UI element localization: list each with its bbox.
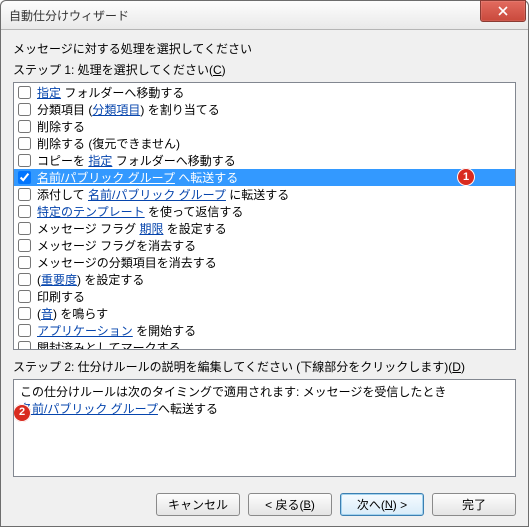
action-checkbox[interactable] (18, 222, 31, 235)
action-checkbox[interactable] (18, 239, 31, 252)
action-label: 分類項目 (分類項目) を割り当てる (37, 101, 220, 118)
action-row[interactable]: コピーを 指定 フォルダーへ移動する (14, 152, 515, 169)
close-icon (498, 6, 508, 16)
back-button[interactable]: < 戻る(B) (248, 493, 332, 516)
rule-description: この仕分けルールは次のタイミングで適用されます: メッセージを受信したとき 名前… (13, 379, 516, 477)
action-label: 名前/パブリック グループ へ転送する (37, 169, 238, 186)
action-link[interactable]: 重要度 (41, 273, 77, 287)
action-row[interactable]: 特定のテンプレート を使って返信する (14, 203, 515, 220)
action-row[interactable]: 分類項目 (分類項目) を割り当てる (14, 101, 515, 118)
wizard-window: 自動仕分けウィザード メッセージに対する処理を選択してください ステップ 1: … (0, 0, 529, 527)
close-button[interactable] (480, 0, 526, 22)
action-checkbox[interactable] (18, 256, 31, 269)
action-checkbox[interactable] (18, 273, 31, 286)
action-label: 削除する (復元できません) (37, 135, 180, 152)
action-checkbox[interactable] (18, 188, 31, 201)
action-row[interactable]: メッセージ フラグを消去する (14, 237, 515, 254)
cancel-button[interactable]: キャンセル (156, 493, 240, 516)
action-checkbox[interactable] (18, 324, 31, 337)
action-link[interactable]: 分類項目 (92, 103, 140, 117)
action-row[interactable]: 削除する (14, 118, 515, 135)
action-label: 開封済みとしてマークする (37, 339, 181, 350)
action-link[interactable]: 指定 (88, 154, 112, 168)
action-row[interactable]: メッセージの分類項目を消去する (14, 254, 515, 271)
action-row[interactable]: 印刷する (14, 288, 515, 305)
annotation-1: 1 (457, 168, 475, 186)
finish-button[interactable]: 完了 (432, 493, 516, 516)
action-row[interactable]: 添付して 名前/パブリック グループ に転送する (14, 186, 515, 203)
action-checkbox[interactable] (18, 171, 31, 184)
rule-recipient-link[interactable]: 名前/パブリック グループ (20, 402, 158, 416)
action-label: メッセージの分類項目を消去する (37, 254, 217, 271)
window-title: 自動仕分けウィザード (9, 7, 480, 24)
action-label: アプリケーション を開始する (37, 322, 196, 339)
action-link[interactable]: 特定のテンプレート (37, 205, 145, 219)
action-row[interactable]: 名前/パブリック グループ へ転送する 1 (14, 169, 515, 186)
action-checkbox[interactable] (18, 290, 31, 303)
action-label: 添付して 名前/パブリック グループ に転送する (37, 186, 289, 203)
action-checkbox[interactable] (18, 120, 31, 133)
action-link[interactable]: 名前/パブリック グループ (37, 171, 175, 185)
step2-heading: ステップ 2: 仕分けルールの説明を編集してください (下線部分をクリックします… (13, 358, 516, 375)
action-row[interactable]: 指定 フォルダーへ移動する (14, 84, 515, 101)
rule-description-line1: この仕分けルールは次のタイミングで適用されます: メッセージを受信したとき (20, 384, 509, 401)
action-list[interactable]: 指定 フォルダーへ移動する分類項目 (分類項目) を割り当てる削除する削除する … (13, 82, 516, 350)
step1-instruction: メッセージに対する処理を選択してください (13, 40, 516, 57)
action-checkbox[interactable] (18, 307, 31, 320)
button-bar: キャンセル < 戻る(B) 次へ(N) > 完了 (1, 485, 528, 526)
action-label: (重要度) を設定する (37, 271, 144, 288)
action-checkbox[interactable] (18, 103, 31, 116)
annotation-2: 2 (13, 404, 31, 422)
step1-heading: ステップ 1: 処理を選択してください(C) (13, 61, 516, 78)
action-link[interactable]: 指定 (37, 86, 61, 100)
action-checkbox[interactable] (18, 137, 31, 150)
action-label: コピーを 指定 フォルダーへ移動する (37, 152, 236, 169)
action-row[interactable]: (音) を鳴らす (14, 305, 515, 322)
action-row[interactable]: 削除する (復元できません) (14, 135, 515, 152)
action-row[interactable]: メッセージ フラグ 期限 を設定する (14, 220, 515, 237)
action-label: メッセージ フラグ 期限 を設定する (37, 220, 227, 237)
action-link[interactable]: 音 (41, 307, 53, 321)
action-row[interactable]: 開封済みとしてマークする (14, 339, 515, 350)
action-row[interactable]: アプリケーション を開始する (14, 322, 515, 339)
action-link[interactable]: 名前/パブリック グループ (88, 188, 226, 202)
wizard-body: メッセージに対する処理を選択してください ステップ 1: 処理を選択してください… (1, 30, 528, 485)
action-link[interactable]: 期限 (139, 222, 163, 236)
titlebar: 自動仕分けウィザード (1, 1, 528, 30)
action-label: メッセージ フラグを消去する (37, 237, 196, 254)
action-checkbox[interactable] (18, 205, 31, 218)
action-checkbox[interactable] (18, 341, 31, 350)
action-checkbox[interactable] (18, 154, 31, 167)
action-label: 印刷する (37, 288, 85, 305)
rule-description-line2: 名前/パブリック グループへ転送する (20, 401, 509, 418)
action-checkbox[interactable] (18, 86, 31, 99)
action-link[interactable]: アプリケーション (37, 324, 133, 338)
action-label: (音) を鳴らす (37, 305, 108, 322)
next-button[interactable]: 次へ(N) > (340, 493, 424, 516)
action-label: 特定のテンプレート を使って返信する (37, 203, 243, 220)
action-label: 指定 フォルダーへ移動する (37, 84, 184, 101)
action-row[interactable]: (重要度) を設定する (14, 271, 515, 288)
action-label: 削除する (37, 118, 85, 135)
